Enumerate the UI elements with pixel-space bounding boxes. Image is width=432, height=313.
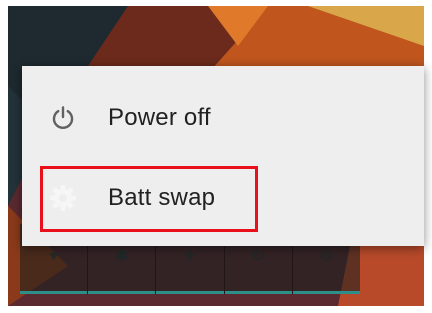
- tile-indicator: [20, 291, 88, 294]
- rotate-icon: ↻: [251, 248, 265, 265]
- power-menu-dialog: Power off Batt swap: [22, 66, 424, 246]
- tile-indicator: [224, 291, 292, 294]
- tile-indicator: [292, 291, 361, 294]
- bluetooth-icon: ✱: [115, 248, 129, 265]
- tile-indicator: [156, 291, 224, 294]
- tile-indicator: [88, 291, 156, 294]
- batt-swap-label: Batt swap: [108, 184, 216, 211]
- gear-icon: [46, 181, 80, 215]
- settings-icon: ⚙: [319, 248, 334, 265]
- batt-swap-item[interactable]: Batt swap: [22, 158, 424, 238]
- airplane-icon: ✈: [183, 248, 197, 265]
- power-icon: [46, 101, 80, 135]
- power-off-label: Power off: [108, 104, 211, 131]
- power-off-item[interactable]: Power off: [22, 78, 424, 158]
- wifi-icon: ▾: [49, 248, 58, 265]
